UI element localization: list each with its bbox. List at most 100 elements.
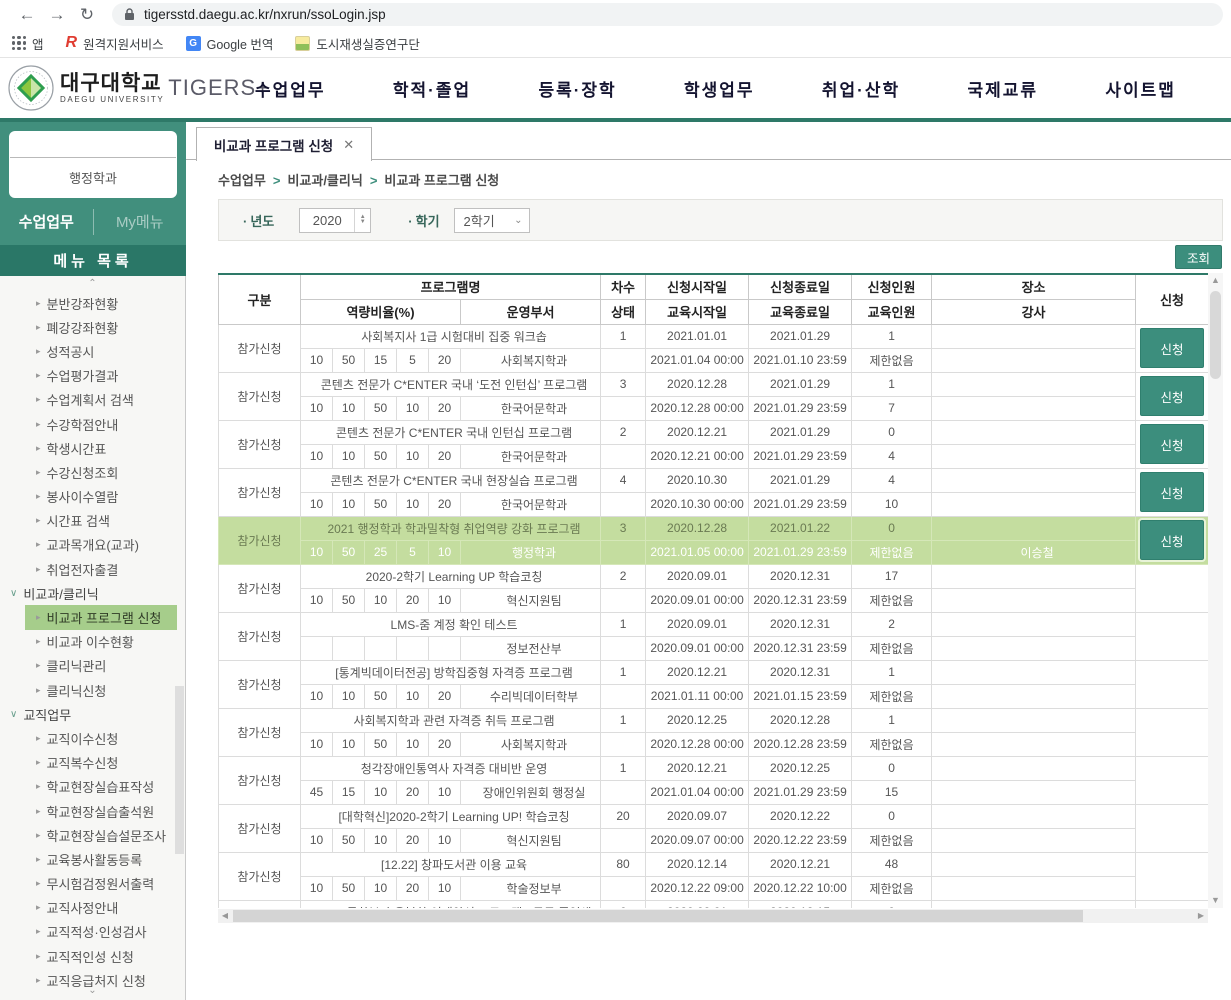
program-row-main[interactable]: 참가신청[12.22] 창파도서관 이용 교육802020.12.142020.… xyxy=(219,852,1209,876)
nav-item-학생업무[interactable]: 학생업무 xyxy=(684,76,755,101)
apply-end-cell: 2021.01.29 xyxy=(749,420,852,444)
apply-button[interactable]: 신청 xyxy=(1140,328,1204,368)
sidebar-item[interactable]: ▸분반강좌현황 xyxy=(0,291,185,315)
tab-program-apply[interactable]: 비교과 프로그램 신청 ✕ xyxy=(196,127,372,161)
sidebar-item[interactable]: ▸수업평가결과 xyxy=(0,364,185,388)
spinner-arrows-icon[interactable]: ▲▼ xyxy=(354,209,370,232)
bookmark-remote-support[interactable]: R 원격지원서비스 xyxy=(66,34,164,53)
bookmark-google-translate[interactable]: G Google 번역 xyxy=(186,34,274,53)
apply-button[interactable]: 신청 xyxy=(1140,376,1204,416)
triangle-right-icon: ▸ xyxy=(36,926,41,937)
program-row-sub[interactable]: 1010501020한국어문학과2020.12.28 00:002021.01.… xyxy=(219,396,1209,420)
sidebar-item[interactable]: ▸수강신청조회 xyxy=(0,460,185,484)
sidebar-item[interactable]: ▸교직적인성 신청 xyxy=(0,944,185,968)
sidebar-item[interactable]: ▸교직사정안내 xyxy=(0,896,185,920)
program-row-main[interactable]: 참가신청콘텐츠 전문가 C*ENTER 국내 현장실습 프로그램42020.10… xyxy=(219,468,1209,492)
ratio-cell: 15 xyxy=(365,348,397,372)
program-row-sub[interactable]: 1010501020한국어문학과2020.10.30 00:002021.01.… xyxy=(219,492,1209,516)
sidebar-item[interactable]: ▸클리닉신청 xyxy=(0,678,185,702)
menu-scroll-up-icon[interactable]: ⌃ xyxy=(0,279,185,291)
sidebar-item[interactable]: ▸봉사이수열람 xyxy=(0,485,185,509)
sidebar-item[interactable]: ▸학교현장실습표작성 xyxy=(0,775,185,799)
sidebar-item[interactable]: ▸비교과 프로그램 신청 xyxy=(25,605,177,629)
sidebar-item[interactable]: ▸비교과 이수현황 xyxy=(0,630,185,654)
program-row-sub[interactable]: 105015520사회복지학과2021.01.04 00:002021.01.1… xyxy=(219,348,1209,372)
program-row-main[interactable]: 참가신청콘텐츠 전문가 C*ENTER 국내 인턴십 프로그램22020.12.… xyxy=(219,420,1209,444)
vertical-scrollbar-thumb[interactable] xyxy=(1210,291,1221,379)
vertical-scrollbar[interactable]: ▲ ▼ xyxy=(1208,273,1223,908)
university-logo[interactable]: 대구대학교 DAEGU UNIVERSITY TIGERS+ xyxy=(8,65,270,111)
sidebar-item[interactable]: ▸교직복수신청 xyxy=(0,751,185,775)
program-row-sub[interactable]: 105025510행정학과2021.01.05 00:002021.01.29 … xyxy=(219,540,1209,564)
program-row-main[interactable]: 참가신청2020 특화분야 융복합 인재양성 프로그램 - 동문 졸업생6202… xyxy=(219,900,1209,908)
program-row-main[interactable]: 참가신청LMS-줌 계정 확인 테스트12020.09.012020.12.31… xyxy=(219,612,1209,636)
semester-select[interactable]: 2학기 ⌄ xyxy=(454,208,530,233)
program-row-sub[interactable]: 1050102010학술정보부2020.12.22 09:002020.12.2… xyxy=(219,876,1209,900)
apply-button[interactable]: 신청 xyxy=(1140,472,1204,512)
sidebar-item[interactable]: ▸수강학점안내 xyxy=(0,412,185,436)
sidebar-item[interactable]: ▸교직적성·인성검사 xyxy=(0,920,185,944)
nav-item-수업업무[interactable]: 수업업무 xyxy=(255,76,326,101)
scroll-down-icon[interactable]: ▼ xyxy=(1208,893,1223,908)
edu-start-cell: 2021.01.11 00:00 xyxy=(646,684,749,708)
year-stepper[interactable]: 2020 ▲▼ xyxy=(299,208,371,233)
scroll-right-icon[interactable]: ▶ xyxy=(1194,909,1208,923)
apply-button[interactable]: 신청 xyxy=(1140,520,1204,560)
sidebar-item[interactable]: ▸학교현장실습출석원 xyxy=(0,799,185,823)
back-icon[interactable]: ← xyxy=(12,5,42,25)
program-row-main[interactable]: 참가신청[통계빅데이터전공] 방학집중형 자격증 프로그램12020.12.21… xyxy=(219,660,1209,684)
sidebar-item[interactable]: ▸교과목개요(교과) xyxy=(0,533,185,557)
sidebar-group[interactable]: ∨비교과/클리닉 xyxy=(0,581,185,605)
apply-button[interactable]: 신청 xyxy=(1140,424,1204,464)
program-row-main[interactable]: 참가신청사회복지학과 관련 자격증 취득 프로그램12020.12.252020… xyxy=(219,708,1209,732)
sidebar-item[interactable]: ▸교직이수신청 xyxy=(0,726,185,750)
program-row-main[interactable]: 참가신청사회복지사 1급 시험대비 집중 워크솝12021.01.012021.… xyxy=(219,324,1209,348)
ratio-cell: 20 xyxy=(429,348,461,372)
sidebar-item[interactable]: ▸성적공시 xyxy=(0,339,185,363)
nav-item-취업·산학[interactable]: 취업·산학 xyxy=(822,76,900,101)
search-button[interactable]: 조회 xyxy=(1175,245,1222,269)
nav-item-사이트맵[interactable]: 사이트맵 xyxy=(1105,76,1176,101)
bookmark-apps[interactable]: 앱 xyxy=(12,34,44,53)
tab-my-menu[interactable]: My메뉴 xyxy=(94,211,187,232)
program-row-main[interactable]: 참가신청2020-2학기 Learning UP 학습코칭22020.09.01… xyxy=(219,564,1209,588)
sidebar-scrollbar-thumb[interactable] xyxy=(175,686,184,854)
program-row-main[interactable]: 참가신청2021 행정학과 학과밀착형 취업역량 강화 프로그램32020.12… xyxy=(219,516,1209,540)
sidebar-item[interactable]: ▸교육봉사활동등록 xyxy=(0,847,185,871)
program-row-main[interactable]: 참가신청청각장애인통역사 자격증 대비반 운영12020.12.212020.1… xyxy=(219,756,1209,780)
sidebar-item[interactable]: ▸수업계획서 검색 xyxy=(0,388,185,412)
sidebar-item[interactable]: ▸클리닉관리 xyxy=(0,654,185,678)
bookmark-urban-research[interactable]: 도시재생실증연구단 xyxy=(295,34,420,53)
scroll-up-icon[interactable]: ▲ xyxy=(1208,273,1223,288)
program-row-sub[interactable]: 4515102010장애인위원회 행정실2021.01.04 00:002021… xyxy=(219,780,1209,804)
apply-start-cell: 2020.10.30 xyxy=(646,468,749,492)
sidebar-group[interactable]: ∨교직업무 xyxy=(0,702,185,726)
nav-item-국제교류[interactable]: 국제교류 xyxy=(967,76,1038,101)
program-row-main[interactable]: 참가신청[대학혁신]2020-2학기 Learning UP! 학습코칭2020… xyxy=(219,804,1209,828)
address-bar[interactable]: tigersstd.daegu.ac.kr/nxrun/ssoLogin.jsp xyxy=(112,3,1223,26)
program-row-sub[interactable]: 1010501020수리빅데이터학부2021.01.11 00:002021.0… xyxy=(219,684,1209,708)
sidebar-item[interactable]: ▸취업전자출결 xyxy=(0,557,185,581)
horizontal-scrollbar[interactable]: ◀ ▶ xyxy=(218,909,1208,923)
program-row-sub[interactable]: 1010501020한국어문학과2020.12.21 00:002021.01.… xyxy=(219,444,1209,468)
triangle-right-icon: ▸ xyxy=(36,902,41,913)
sidebar-item[interactable]: ▸무시험검정원서출력 xyxy=(0,872,185,896)
reload-icon[interactable]: ↻ xyxy=(72,5,102,25)
sidebar-item[interactable]: ▸학생시간표 xyxy=(0,436,185,460)
sidebar-item[interactable]: ▸시간표 검색 xyxy=(0,509,185,533)
tab-course-work[interactable]: 수업업무 xyxy=(0,211,93,232)
program-row-sub[interactable]: 1050102010혁신지원팀2020.09.07 00:002020.12.2… xyxy=(219,828,1209,852)
forward-icon[interactable]: → xyxy=(42,5,72,25)
program-row-main[interactable]: 참가신청콘텐츠 전문가 C*ENTER 국내 ‘도전 인턴십’ 프로그램3202… xyxy=(219,372,1209,396)
menu-scroll-down-icon[interactable]: ⌄ xyxy=(0,986,185,998)
nav-item-등록·장학[interactable]: 등록·장학 xyxy=(538,76,616,101)
program-row-sub[interactable]: 1010501020사회복지학과2020.12.28 00:002020.12.… xyxy=(219,732,1209,756)
sidebar-item[interactable]: ▸폐강강좌현황 xyxy=(0,315,185,339)
sidebar-item[interactable]: ▸학교현장실습설문조사 xyxy=(0,823,185,847)
scroll-left-icon[interactable]: ◀ xyxy=(218,909,232,923)
nav-item-학적·졸업[interactable]: 학적·졸업 xyxy=(393,76,471,101)
horizontal-scrollbar-thumb[interactable] xyxy=(233,910,1083,922)
program-row-sub[interactable]: 정보전산부2020.09.01 00:002020.12.31 23:59제한없… xyxy=(219,636,1209,660)
close-icon[interactable]: ✕ xyxy=(343,137,354,153)
program-row-sub[interactable]: 1050102010혁신지원팀2020.09.01 00:002020.12.3… xyxy=(219,588,1209,612)
